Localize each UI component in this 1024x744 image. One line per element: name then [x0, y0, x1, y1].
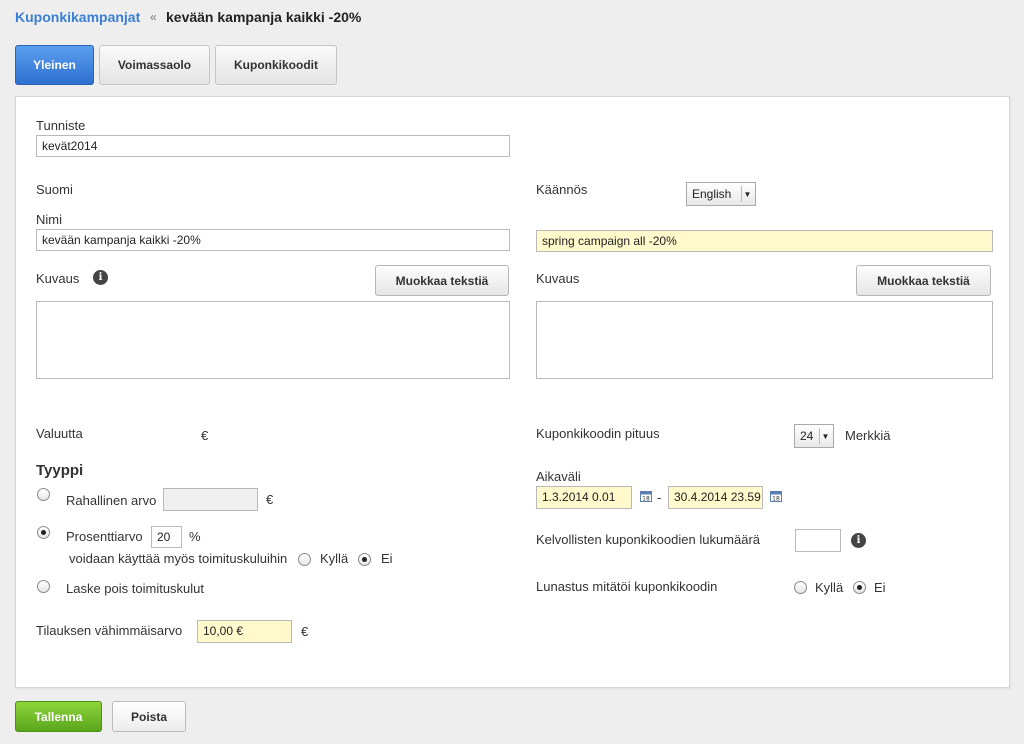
redeem-no-label: Ei: [874, 580, 886, 595]
translation-label: Käännös: [536, 182, 588, 197]
chevron-down-icon: ▼: [819, 428, 831, 444]
redeem-no-radio[interactable]: [853, 581, 866, 594]
interval-dash: -: [657, 490, 662, 505]
percentage-input[interactable]: 20: [151, 526, 182, 548]
shipping-no-label: Ei: [381, 551, 393, 566]
monetary-input[interactable]: [163, 488, 258, 511]
min-order-label: Tilauksen vähimmäisarvo: [36, 623, 183, 638]
description-label: Kuvaus: [36, 271, 80, 286]
code-length-select[interactable]: 24 ▼: [794, 424, 834, 448]
calendar-icon[interactable]: 18: [770, 490, 782, 502]
identifier-label: Tunniste: [36, 118, 86, 133]
shipping-yes-radio[interactable]: [298, 553, 311, 566]
percentage-radio[interactable]: [37, 526, 50, 539]
shipping-yes-label: Kyllä: [320, 551, 349, 566]
name-translation-input[interactable]: spring campaign all -20%: [536, 230, 993, 252]
page-title: kevään kampanja kaikki -20%: [166, 9, 362, 25]
code-length-label: Kuponkikoodin pituus: [536, 426, 660, 441]
tab-yleinen[interactable]: Yleinen: [15, 45, 94, 85]
redeem-label: Lunastus mitätöi kuponkikoodin: [536, 579, 718, 594]
interval-label: Aikaväli: [536, 469, 581, 484]
type-heading: Tyyppi: [36, 462, 84, 479]
info-icon[interactable]: i: [851, 533, 866, 548]
min-order-unit: €: [301, 624, 309, 639]
description-translation-label: Kuvaus: [536, 271, 580, 286]
redeem-yes-radio[interactable]: [794, 581, 807, 594]
valid-codes-label: Kelvollisten kuponkikoodien lukumäärä: [536, 532, 761, 547]
interval-end-input[interactable]: 30.4.2014 23.59: [668, 486, 763, 509]
monetary-unit: €: [266, 492, 274, 507]
shipping-no-radio[interactable]: [358, 553, 371, 566]
redeem-yes-label: Kyllä: [815, 580, 844, 595]
source-language-label: Suomi: [36, 182, 73, 197]
percentage-unit: %: [189, 529, 201, 544]
calendar-icon[interactable]: 18: [640, 490, 652, 502]
description-translation-textarea[interactable]: [536, 301, 993, 379]
translation-language-value: English: [692, 187, 732, 201]
edit-description-button[interactable]: Muokkaa tekstiä: [375, 265, 509, 296]
info-icon[interactable]: i: [93, 270, 108, 285]
deduct-shipping-radio[interactable]: [37, 580, 50, 593]
form-panel: Tunniste kevät2014 Suomi Käännös English…: [15, 96, 1010, 688]
tab-kuponkikoodit[interactable]: Kuponkikoodit: [215, 45, 337, 85]
percentage-label: Prosenttiarvo: [66, 529, 143, 544]
save-button[interactable]: Tallenna: [15, 701, 102, 732]
breadcrumb-separator: «: [150, 10, 157, 24]
identifier-input[interactable]: kevät2014: [36, 135, 510, 157]
valid-codes-input[interactable]: [795, 529, 841, 552]
chevron-down-icon: ▼: [741, 186, 753, 202]
breadcrumb-parent-link[interactable]: Kuponkikampanjat: [15, 9, 140, 25]
currency-label: Valuutta: [36, 426, 83, 441]
description-textarea[interactable]: [36, 301, 510, 379]
translation-language-select[interactable]: English ▼: [686, 182, 756, 206]
svg-text:18: 18: [772, 496, 780, 503]
code-length-unit: Merkkiä: [845, 428, 891, 443]
svg-text:18: 18: [642, 496, 650, 503]
edit-description-translation-button[interactable]: Muokkaa tekstiä: [856, 265, 991, 296]
name-label: Nimi: [36, 212, 62, 227]
code-length-value: 24: [800, 429, 814, 443]
shipping-usable-label: voidaan käyttää myös toimituskuluihin: [69, 551, 288, 566]
monetary-radio[interactable]: [37, 488, 50, 501]
name-input[interactable]: kevään kampanja kaikki -20%: [36, 229, 510, 251]
deduct-shipping-label: Laske pois toimituskulut: [66, 581, 205, 596]
currency-value: €: [201, 428, 209, 443]
delete-button[interactable]: Poista: [112, 701, 186, 732]
tab-voimassaolo[interactable]: Voimassaolo: [99, 45, 210, 85]
monetary-label: Rahallinen arvo: [66, 493, 157, 508]
interval-start-input[interactable]: 1.3.2014 0.01: [536, 486, 632, 509]
min-order-input[interactable]: 10,00 €: [197, 620, 292, 643]
